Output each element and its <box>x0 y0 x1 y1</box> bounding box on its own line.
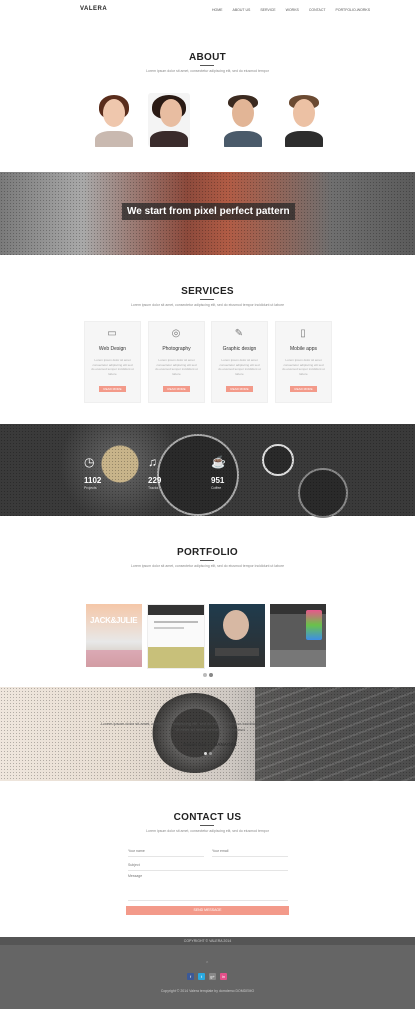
portfolio-subtitle: Lorem ipsum dolor sit amet, consectetur … <box>130 564 285 568</box>
service-title: Web Design <box>98 346 127 352</box>
service-title: Photography <box>162 346 191 352</box>
menu-item-home[interactable]: HOME <box>212 8 223 12</box>
menu-item-about[interactable]: ABOUT US <box>233 8 251 12</box>
contact-divider <box>200 825 214 826</box>
pen-icon: ✎ <box>234 328 244 339</box>
service-text: Lorem ipsum dolor sit amet consectetur a… <box>218 358 261 376</box>
team-photo-3[interactable] <box>222 93 264 147</box>
portfolio-divider <box>200 560 214 561</box>
clock-icon: ◷ <box>84 455 95 469</box>
phone-icon: ▯ <box>300 328 306 339</box>
read-more-button[interactable]: READ MORE <box>226 386 253 392</box>
footer-top-bar: COPYRIGHT © VALERA 2014 <box>0 937 415 945</box>
service-text: Lorem ipsum dolor sit amet consectetur a… <box>155 358 198 376</box>
contact-title: CONTACT US <box>173 812 242 823</box>
testimonial-quote: Lorem ipsum dolor sit amet, consectetur … <box>101 721 319 732</box>
portfolio-item-2[interactable] <box>147 604 205 669</box>
send-message-button[interactable]: SEND MESSAGE <box>126 906 289 915</box>
service-card-graphic-design: ✎ Graphic design Lorem ipsum dolor sit a… <box>211 321 268 403</box>
portfolio-item-4[interactable] <box>270 604 326 667</box>
menu-item-works[interactable]: WORKS <box>286 8 299 12</box>
portfolio-pager-dot-1[interactable] <box>203 673 207 677</box>
service-title: Graphic design <box>222 346 257 352</box>
message-field[interactable] <box>128 874 288 901</box>
about-title: ABOUT <box>188 52 227 63</box>
team-photo-4[interactable] <box>283 93 325 147</box>
stat-value: 229 <box>148 476 162 485</box>
service-card-photography: ◎ Photography Lorem ipsum dolor sit amet… <box>148 321 205 403</box>
footer-copyright: Copyright © 2014 Valera template by domd… <box>160 989 255 993</box>
portfolio-title: PORTFOLIO <box>176 547 239 558</box>
read-more-button[interactable]: READ MORE <box>99 386 126 392</box>
service-title: Mobile apps <box>290 346 317 352</box>
testimonial-band <box>0 687 415 781</box>
read-more-button[interactable]: READ MORE <box>163 386 190 392</box>
camera-icon: ◎ <box>171 328 181 339</box>
services-title: SERVICES <box>181 286 234 297</box>
dribbble-icon[interactable]: in <box>220 973 227 980</box>
menu-item-portfolio[interactable]: PORTFOLIO-WORKS <box>336 8 371 12</box>
team-photo-1[interactable] <box>93 93 135 147</box>
stat-value: 951 <box>211 476 225 485</box>
menu-item-service[interactable]: SERVICE <box>260 8 275 12</box>
team-photo-2[interactable] <box>148 93 190 147</box>
portfolio-pager-dot-2[interactable] <box>209 673 213 677</box>
about-divider <box>200 65 214 66</box>
main-menu: HOME ABOUT US SERVICE WORKS CONTACT PORT… <box>212 8 370 12</box>
twitter-icon[interactable]: t <box>198 973 205 980</box>
service-card-web-design: ▭ Web Design Lorem ipsum dolor sit amet … <box>84 321 141 403</box>
about-subtitle: Lorem ipsum dolor sit amet, consectetur … <box>146 69 269 73</box>
logo[interactable]: VALERA <box>80 6 107 12</box>
footer-top-text: COPYRIGHT © VALERA 2014 <box>183 939 232 943</box>
subject-field[interactable] <box>128 860 288 871</box>
services-divider <box>200 299 214 300</box>
facebook-icon[interactable]: f <box>187 973 194 980</box>
contact-subtitle: Lorem ipsum dolor sit amet, consectetur … <box>146 829 269 833</box>
stat-label: Coffee <box>211 486 222 490</box>
stat-label: Tracks <box>148 486 159 490</box>
services-subtitle: Lorem ipsum dolor sit amet, consectetur … <box>130 303 285 307</box>
testimonial-author: Daniel Dan — MANAGER <box>183 742 237 747</box>
service-text: Lorem ipsum dolor sit amet consectetur a… <box>91 358 134 376</box>
portfolio-item-1[interactable]: JACK&JULIE <box>86 604 142 667</box>
read-more-button[interactable]: READ MORE <box>290 386 317 392</box>
portfolio-item-3[interactable] <box>209 604 265 667</box>
footer: ⌃ f t g+ in Copyright © 2014 Valera temp… <box>0 945 415 1009</box>
monitor-icon: ▭ <box>107 328 117 339</box>
email-field[interactable] <box>212 846 288 857</box>
portfolio-item-title: JACK&JULIE <box>90 616 138 625</box>
menu-item-contact[interactable]: CONTACT <box>309 8 326 12</box>
testimonial-pager-dot-1[interactable] <box>204 752 207 755</box>
coffee-icon: ☕ <box>211 455 226 469</box>
music-icon: ♫ <box>148 455 157 469</box>
google-plus-icon[interactable]: g+ <box>209 973 216 980</box>
scroll-up-icon[interactable]: ⌃ <box>205 961 209 967</box>
name-field[interactable] <box>128 846 204 857</box>
stat-label: Projects <box>84 486 97 490</box>
stat-value: 1102 <box>84 476 102 485</box>
testimonial-pager-dot-2[interactable] <box>209 752 212 755</box>
banner-tagline: We start from pixel perfect pattern <box>122 203 295 220</box>
stats-band <box>0 424 415 518</box>
service-card-mobile-apps: ▯ Mobile apps Lorem ipsum dolor sit amet… <box>275 321 332 403</box>
service-text: Lorem ipsum dolor sit amet consectetur a… <box>282 358 325 376</box>
top-navbar: VALERA HOME ABOUT US SERVICE WORKS CONTA… <box>0 0 415 22</box>
